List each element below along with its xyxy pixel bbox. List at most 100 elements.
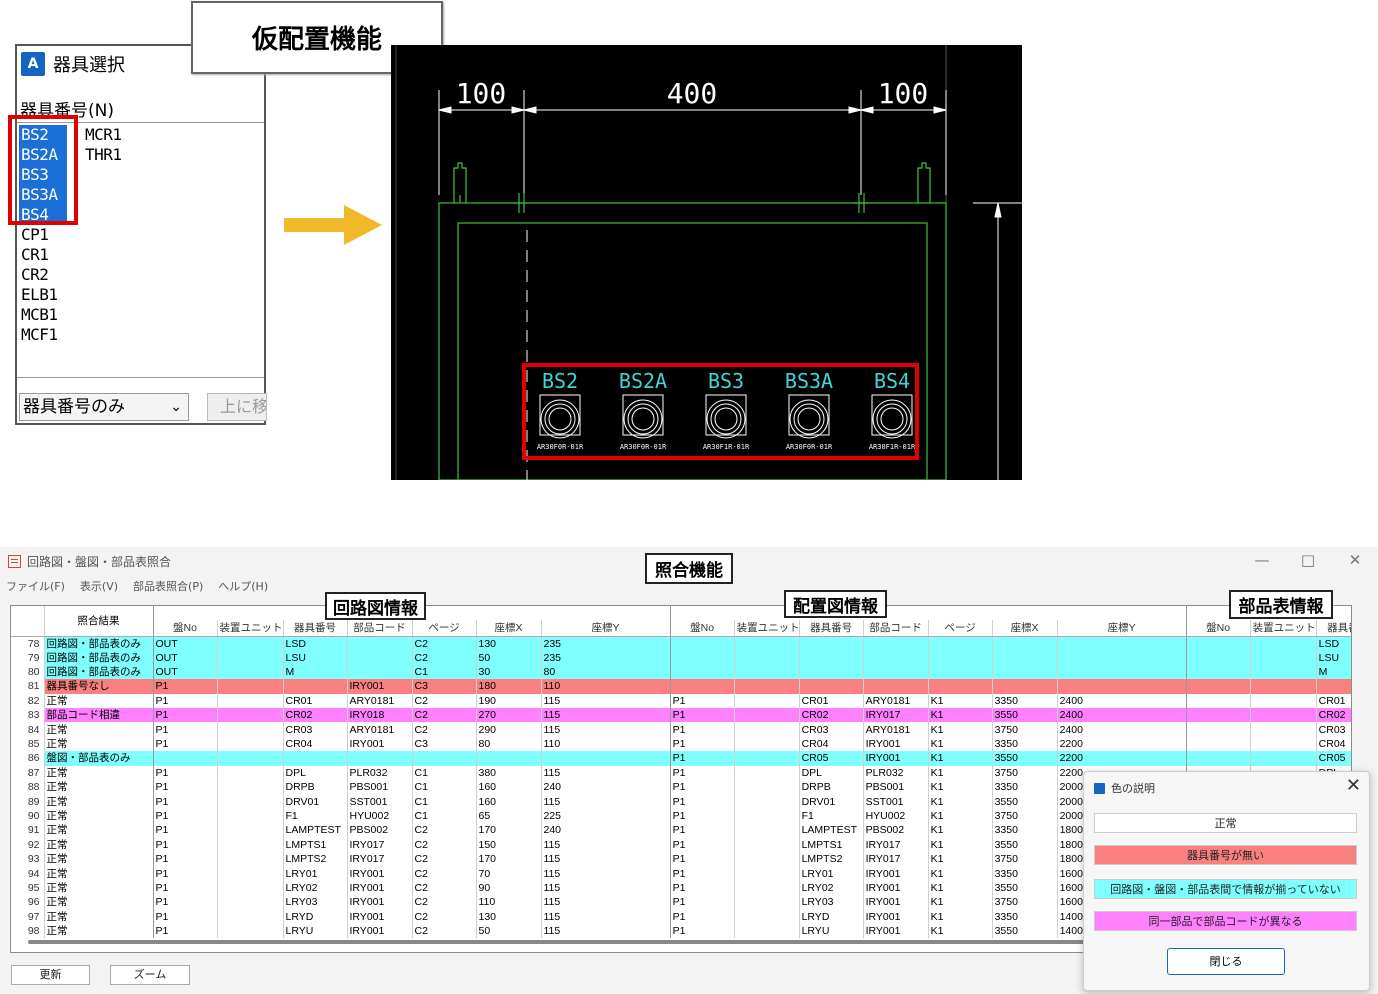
legend-close-button[interactable]: 閉じる: [1167, 948, 1285, 975]
table-row[interactable]: 84 正常 P1 CR03 ARY0181 C2 290 115 P1 CR03 ARY0181 K1…: [11, 722, 1351, 737]
table-cell: PBS001: [863, 780, 929, 795]
column-header[interactable]: ページ: [412, 620, 477, 637]
menu-help[interactable]: ヘルプ(H): [218, 578, 268, 594]
column-header[interactable]: 部品コード: [347, 620, 413, 637]
row-number: 96: [11, 895, 45, 910]
table-cell: C1: [412, 808, 477, 824]
fixture-list-item[interactable]: CP1: [19, 225, 67, 245]
fixture-list-item[interactable]: BS2A: [19, 145, 67, 165]
menu-view[interactable]: 表示(V): [80, 578, 118, 594]
table-row[interactable]: 83 部品コード相違 P1 CR02 IRY018 C2 270 115 P1 CR02 IRY01…: [11, 708, 1351, 723]
table-cell: LSD: [283, 636, 348, 651]
table-row[interactable]: 85 正常 P1 CR04 IRY001 C3 80 110 P1 CR04 IRY001 K1 335…: [11, 736, 1351, 752]
column-header[interactable]: 装置ユニット: [217, 620, 284, 637]
cad-canvas[interactable]: 100 400 100 BS2 AR30F0R-01R BS2A AR30F0R-01…: [391, 45, 1022, 480]
table-cell: 190: [476, 693, 542, 709]
table-cell: [217, 923, 284, 939]
menu-parts-matching[interactable]: 部品表照合(P): [133, 578, 203, 594]
table-cell: CR01: [1316, 693, 1351, 709]
menu-file[interactable]: ファイル(F): [6, 578, 65, 594]
column-header[interactable]: 器具番号: [283, 620, 348, 637]
cad-device[interactable]: BS3A AR30F0R-01R: [785, 369, 833, 451]
minimize-icon[interactable]: —: [1252, 551, 1272, 569]
fixture-list-item[interactable]: MCB1: [19, 305, 67, 325]
table-row[interactable]: 80回路図・部品表のみOUTMC13080MBOM1: [11, 664, 1351, 680]
fixture-list-item[interactable]: CR2: [19, 265, 67, 285]
app-icon: A: [21, 52, 45, 76]
column-header[interactable]: 座標Y: [541, 620, 671, 637]
table-row[interactable]: 79回路図・部品表のみOUTLSUC250235LSUBOM1: [11, 650, 1351, 665]
table-cell: 3550: [992, 923, 1058, 939]
fixture-list-item[interactable]: MCF1: [19, 325, 67, 345]
table-cell: P1: [670, 780, 735, 795]
column-header[interactable]: 部品コード: [863, 620, 929, 637]
fixture-listbox[interactable]: BS2 BS2A BS3 BS3A BS4 CP1 CR1 CR2 ELB1 MCB1 MCF1 M…: [17, 122, 264, 378]
fixture-list-item[interactable]: BS3A: [19, 185, 67, 205]
table-cell: [217, 808, 284, 824]
filter-select[interactable]: 器具番号のみ ⌄: [19, 393, 189, 421]
cad-device[interactable]: BS2 AR30F0R-01R: [537, 369, 584, 451]
close-icon[interactable]: ✕: [1345, 551, 1365, 569]
maximize-icon[interactable]: □: [1298, 551, 1318, 569]
column-header[interactable]: 盤No: [670, 620, 735, 637]
cad-device[interactable]: BS3 AR30F1R-01R: [703, 369, 750, 451]
column-header[interactable]: 盤No: [1186, 620, 1251, 637]
table-cell: 160: [476, 780, 542, 795]
table-row[interactable]: 78回路図・部品表のみOUTLSDC2130235LSDBOM1: [11, 636, 1351, 651]
cad-device[interactable]: BS4 AR30F1R-01R: [869, 369, 916, 451]
fixture-list-item[interactable]: MCR1: [83, 125, 124, 145]
table-cell: 3550: [992, 837, 1058, 852]
fixture-list-item[interactable]: ELB1: [19, 285, 67, 305]
table-cell: IRY017: [347, 837, 413, 852]
table-cell: 3350: [992, 736, 1058, 752]
table-cell: [670, 679, 735, 694]
column-header[interactable]: 器具番号: [1316, 620, 1351, 637]
table-cell: [734, 851, 800, 867]
refresh-button[interactable]: 更新: [11, 965, 90, 985]
zoom-button[interactable]: ズーム: [110, 965, 190, 985]
table-cell: LRY03: [799, 895, 864, 910]
table-cell: [928, 650, 993, 665]
column-header[interactable]: 器具番号: [799, 620, 864, 637]
column-header[interactable]: 座標X: [992, 620, 1058, 637]
table-cell: IRY001: [347, 736, 413, 752]
table-cell: [734, 923, 800, 939]
table-cell: CR03: [799, 722, 864, 737]
callout-layout-info: 配置図情報: [784, 590, 887, 618]
table-row[interactable]: 86盤図・部品表のみP1CR05IRY001K135502200CR05IRY0…: [11, 751, 1351, 766]
move-up-button[interactable]: 上に移: [207, 393, 267, 421]
table-cell: C2: [412, 636, 477, 651]
column-header[interactable]: 装置ユニット: [734, 620, 800, 637]
table-cell: P1: [670, 751, 735, 766]
column-header[interactable]: 盤No: [153, 620, 218, 637]
fixture-list-item[interactable]: BS2: [19, 125, 67, 145]
table-cell: 80: [476, 736, 542, 752]
match-result-cell: 正常: [44, 693, 154, 709]
match-result-cell: 正常: [44, 722, 154, 737]
table-cell: C2: [412, 866, 477, 881]
table-row[interactable]: 82 正常 P1 CR01 ARY0181 C2 190 115 P1 CR01 ARY0181 K1…: [11, 693, 1351, 709]
table-cell: K1: [928, 736, 993, 752]
table-cell: 3750: [992, 765, 1058, 781]
table-row[interactable]: 81 器具番号なし P1 IRY001 C3 180 110: [11, 679, 1351, 694]
column-header[interactable]: 座標Y: [1057, 620, 1187, 637]
horizontal-scrollbar[interactable]: [28, 940, 1088, 944]
fixture-list-item[interactable]: CR1: [19, 245, 67, 265]
table-cell: CR05: [1316, 751, 1351, 766]
match-result-cell: 正常: [44, 794, 154, 809]
table-cell: [734, 866, 800, 881]
table-cell: 50: [476, 650, 542, 665]
table-cell: [1186, 708, 1251, 723]
match-result-cell: 正常: [44, 837, 154, 852]
fixture-list-item[interactable]: THR1: [83, 145, 124, 165]
column-header[interactable]: ページ: [928, 620, 993, 637]
column-header[interactable]: 装置ユニット: [1250, 620, 1317, 637]
close-icon[interactable]: ✕: [1346, 775, 1361, 796]
column-header[interactable]: 座標X: [476, 620, 542, 637]
fixture-list-item[interactable]: BS4: [19, 205, 67, 225]
table-cell: LSU: [283, 650, 348, 665]
cad-device[interactable]: BS2A AR30F0R-01R: [619, 369, 667, 451]
fixture-list-item[interactable]: BS3: [19, 165, 67, 185]
dimension-left: 100: [456, 77, 507, 110]
table-cell: [217, 736, 284, 752]
